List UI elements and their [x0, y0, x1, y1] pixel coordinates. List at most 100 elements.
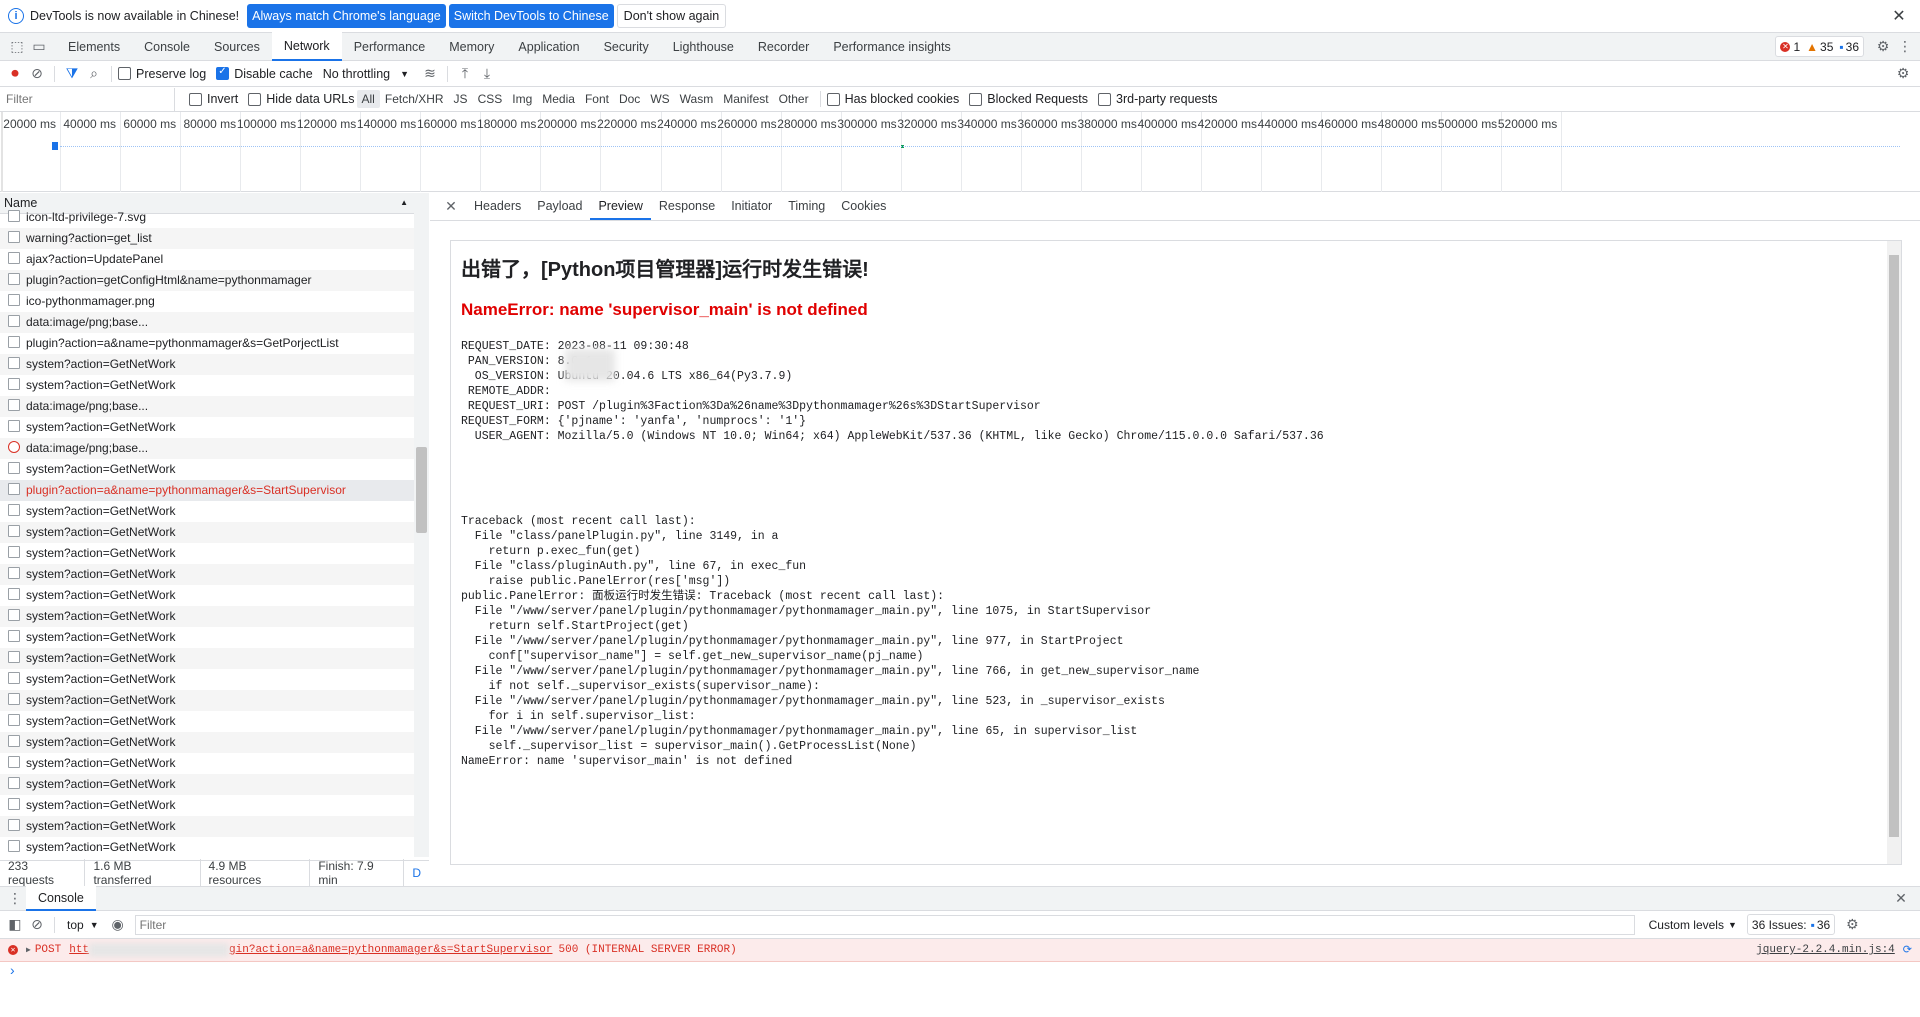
tab-console[interactable]: Console: [132, 33, 202, 61]
inspect-element-icon[interactable]: ⬚: [6, 36, 28, 58]
drawer-menu-icon[interactable]: ⋮: [4, 888, 26, 910]
filter-type-img[interactable]: Img: [507, 90, 537, 108]
detail-tab-payload[interactable]: Payload: [529, 193, 590, 220]
filter-icon[interactable]: ⧩: [61, 63, 83, 85]
request-row[interactable]: system?action=GetNetWork: [0, 375, 428, 396]
close-drawer-icon[interactable]: ✕: [1890, 888, 1912, 910]
tab-security[interactable]: Security: [592, 33, 661, 61]
filter-type-media[interactable]: Media: [537, 90, 580, 108]
blocked-cookies-checkbox[interactable]: [826, 92, 840, 106]
request-row[interactable]: system?action=GetNetWork: [0, 774, 428, 795]
close-detail-icon[interactable]: ✕: [440, 196, 462, 218]
tab-recorder[interactable]: Recorder: [746, 33, 821, 61]
console-drawer-tab[interactable]: Console: [26, 886, 96, 911]
throttling-select[interactable]: No throttling: [323, 67, 390, 81]
network-overview-timeline[interactable]: 20000 ms 40000 ms 60000 ms 80000 ms 100000 m…: [0, 112, 1920, 192]
request-row[interactable]: system?action=GetNetWork: [0, 753, 428, 774]
request-row[interactable]: system?action=GetNetWork: [0, 543, 428, 564]
log-levels-select[interactable]: Custom levels: [1649, 918, 1724, 932]
record-stop-icon[interactable]: ⏺: [4, 63, 26, 85]
export-har-icon[interactable]: ⤓: [476, 63, 498, 85]
levels-chevron-icon[interactable]: ▼: [1728, 920, 1737, 930]
filter-type-js[interactable]: JS: [449, 90, 473, 108]
request-row[interactable]: system?action=GetNetWork: [0, 711, 428, 732]
filter-type-ws[interactable]: WS: [645, 90, 674, 108]
tab-lighthouse[interactable]: Lighthouse: [661, 33, 746, 61]
filter-type-font[interactable]: Font: [580, 90, 614, 108]
tab-elements[interactable]: Elements: [56, 33, 132, 61]
dont-show-again-button[interactable]: Don't show again: [616, 4, 727, 28]
network-conditions-icon[interactable]: ≋: [419, 63, 441, 85]
filter-type-all[interactable]: All: [356, 90, 380, 108]
request-row[interactable]: system?action=GetNetWork: [0, 501, 428, 522]
third-party-checkbox[interactable]: [1098, 92, 1112, 106]
request-row[interactable]: system?action=GetNetWork: [0, 816, 428, 837]
request-row[interactable]: data:image/png;base...: [0, 396, 428, 417]
close-icon[interactable]: ✕: [1888, 5, 1910, 27]
request-row[interactable]: plugin?action=a&name=pythonmamager&s=Sta…: [0, 480, 428, 501]
request-row[interactable]: system?action=GetNetWork: [0, 732, 428, 753]
clear-icon[interactable]: ⊘: [26, 63, 48, 85]
tab-performance[interactable]: Performance: [342, 33, 438, 61]
blocked-requests-checkbox[interactable]: [969, 92, 983, 106]
request-row[interactable]: data:image/png;base...: [0, 438, 428, 459]
request-row[interactable]: system?action=GetNetWork: [0, 648, 428, 669]
match-language-button[interactable]: Always match Chrome's language: [247, 4, 446, 28]
console-url-start[interactable]: htt: [69, 944, 89, 956]
issues-button[interactable]: 36 Issues: ▪ 36: [1746, 914, 1836, 935]
console-url-end[interactable]: gin?action=a&name=pythonmamager&s=StartS…: [229, 944, 552, 956]
preview-scrollbar[interactable]: [1887, 241, 1901, 864]
scrollbar-thumb[interactable]: [416, 447, 427, 533]
expand-triangle-icon[interactable]: ▶: [26, 945, 31, 955]
sidebar-toggle-icon[interactable]: ◧: [4, 914, 26, 936]
tab-application[interactable]: Application: [506, 33, 591, 61]
network-request-icon[interactable]: ⟳: [1903, 943, 1912, 957]
filter-input[interactable]: [0, 87, 175, 111]
switch-language-button[interactable]: Switch DevTools to Chinese: [448, 4, 614, 28]
detail-tab-initiator[interactable]: Initiator: [723, 193, 780, 220]
console-error-message[interactable]: ✕ ▶ POST htt gin?action=a&name=pythonmam…: [0, 939, 1920, 962]
filter-type-wasm[interactable]: Wasm: [675, 90, 719, 108]
tab-performance-insights[interactable]: Performance insights: [821, 33, 962, 61]
request-row[interactable]: ico-pythonmamager.png: [0, 291, 428, 312]
chevron-down-icon[interactable]: ▼: [400, 69, 409, 79]
request-row[interactable]: system?action=GetNetWork: [0, 354, 428, 375]
console-settings-gear-icon[interactable]: ⚙: [1841, 914, 1863, 936]
preview-scrollbar-thumb[interactable]: [1889, 255, 1899, 837]
detail-tab-cookies[interactable]: Cookies: [833, 193, 894, 220]
request-row[interactable]: system?action=GetNetWork: [0, 585, 428, 606]
detail-tab-preview[interactable]: Preview: [590, 193, 651, 220]
request-row[interactable]: system?action=GetNetWork: [0, 795, 428, 816]
request-row[interactable]: ajax?action=UpdatePanel: [0, 249, 428, 270]
detail-tab-headers[interactable]: Headers: [466, 193, 529, 220]
detail-tab-timing[interactable]: Timing: [780, 193, 833, 220]
console-source-link[interactable]: jquery-2.2.4.min.js:4: [1756, 944, 1895, 956]
tab-sources[interactable]: Sources: [202, 33, 272, 61]
filter-type-fetchxhr[interactable]: Fetch/XHR: [380, 90, 449, 108]
eye-icon[interactable]: ◉: [107, 914, 129, 936]
hide-data-urls-checkbox[interactable]: [248, 92, 262, 106]
tab-network[interactable]: Network: [271, 32, 342, 61]
request-row[interactable]: system?action=GetNetWork: [0, 417, 428, 438]
sort-up-icon[interactable]: ▲: [400, 193, 408, 213]
filter-type-other[interactable]: Other: [774, 90, 814, 108]
clear-console-icon[interactable]: ⊘: [26, 914, 48, 936]
settings-gear-icon[interactable]: ⚙: [1872, 36, 1894, 58]
search-icon[interactable]: ⌕: [83, 63, 105, 85]
filter-type-doc[interactable]: Doc: [614, 90, 645, 108]
request-row[interactable]: system?action=GetNetWork: [0, 564, 428, 585]
request-list-scrollbar[interactable]: [414, 193, 429, 857]
console-filter-input[interactable]: [134, 914, 1635, 935]
more-options-icon[interactable]: ⋮: [1894, 36, 1916, 58]
device-toolbar-icon[interactable]: ▭: [28, 36, 50, 58]
request-row[interactable]: system?action=GetNetWork: [0, 627, 428, 648]
request-row[interactable]: plugin?action=getConfigHtml&name=pythonm…: [0, 270, 428, 291]
preserve-log-checkbox[interactable]: [118, 67, 131, 80]
invert-checkbox[interactable]: [189, 92, 202, 106]
detail-tab-response[interactable]: Response: [651, 193, 723, 220]
request-row[interactable]: data:image/png;base...: [0, 312, 428, 333]
import-har-icon[interactable]: ⤒: [454, 63, 476, 85]
context-chevron-icon[interactable]: ▼: [90, 920, 99, 930]
request-row[interactable]: system?action=GetNetWork: [0, 837, 428, 858]
disable-cache-checkbox[interactable]: [216, 66, 230, 80]
